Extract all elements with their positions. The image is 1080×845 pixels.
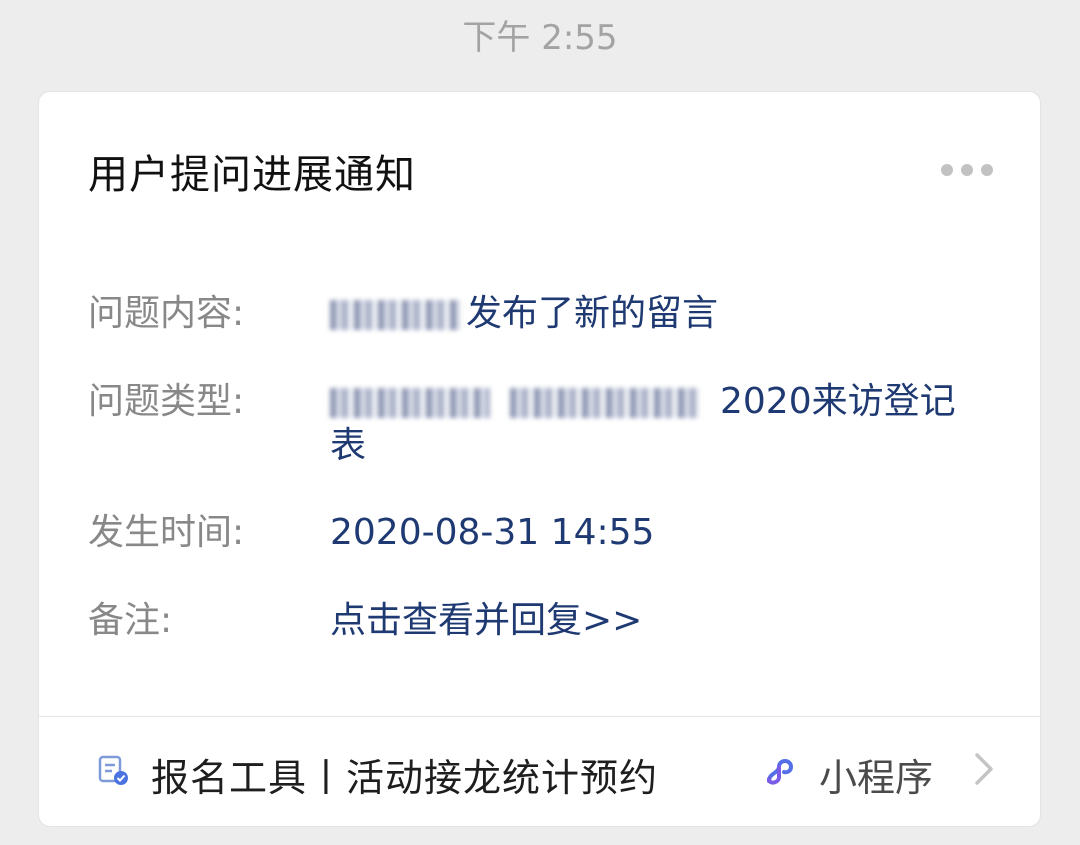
field-label: 备注: — [88, 600, 173, 641]
mini-program-icon — [767, 759, 794, 785]
card-title: 用户提问进展通知 — [88, 152, 416, 198]
chevron-right-icon — [975, 753, 993, 785]
field-value: 发布了新的留言 — [466, 293, 719, 334]
field-value: 2020来访登记 — [720, 381, 956, 422]
status-time: 下午 2:55 — [462, 18, 618, 58]
redacted-text — [330, 300, 460, 330]
mini-program-footer[interactable]: 报名工具丨活动接龙统计预约 小程序 — [39, 717, 1040, 826]
field-value: 2020-08-31 14:55 — [330, 512, 655, 553]
field-remark: 备注: 点击查看并回复>> — [88, 599, 998, 643]
app-name: 报名工具丨活动接龙统计预约 — [151, 756, 659, 800]
field-time: 发生时间: 2020-08-31 14:55 — [88, 511, 998, 555]
mini-program-label: 小程序 — [819, 756, 934, 800]
field-label: 问题类型: — [88, 381, 245, 422]
view-and-reply-link[interactable]: 点击查看并回复>> — [330, 599, 998, 643]
field-question-content: 问题内容: 发布了新的留言 — [88, 292, 998, 336]
field-label: 问题内容: — [88, 293, 245, 334]
more-options-icon[interactable] — [941, 164, 993, 176]
field-question-type: 问题类型: 2020来访登记 表 — [88, 380, 998, 468]
redacted-text — [510, 388, 700, 418]
field-value-continued: 表 — [330, 425, 367, 466]
field-label: 发生时间: — [88, 512, 245, 553]
document-check-icon — [98, 755, 128, 785]
notification-card[interactable]: 用户提问进展通知 问题内容: 发布了新的留言 问题类型: 2020来访登记 表 … — [38, 91, 1041, 827]
redacted-text — [330, 388, 490, 418]
